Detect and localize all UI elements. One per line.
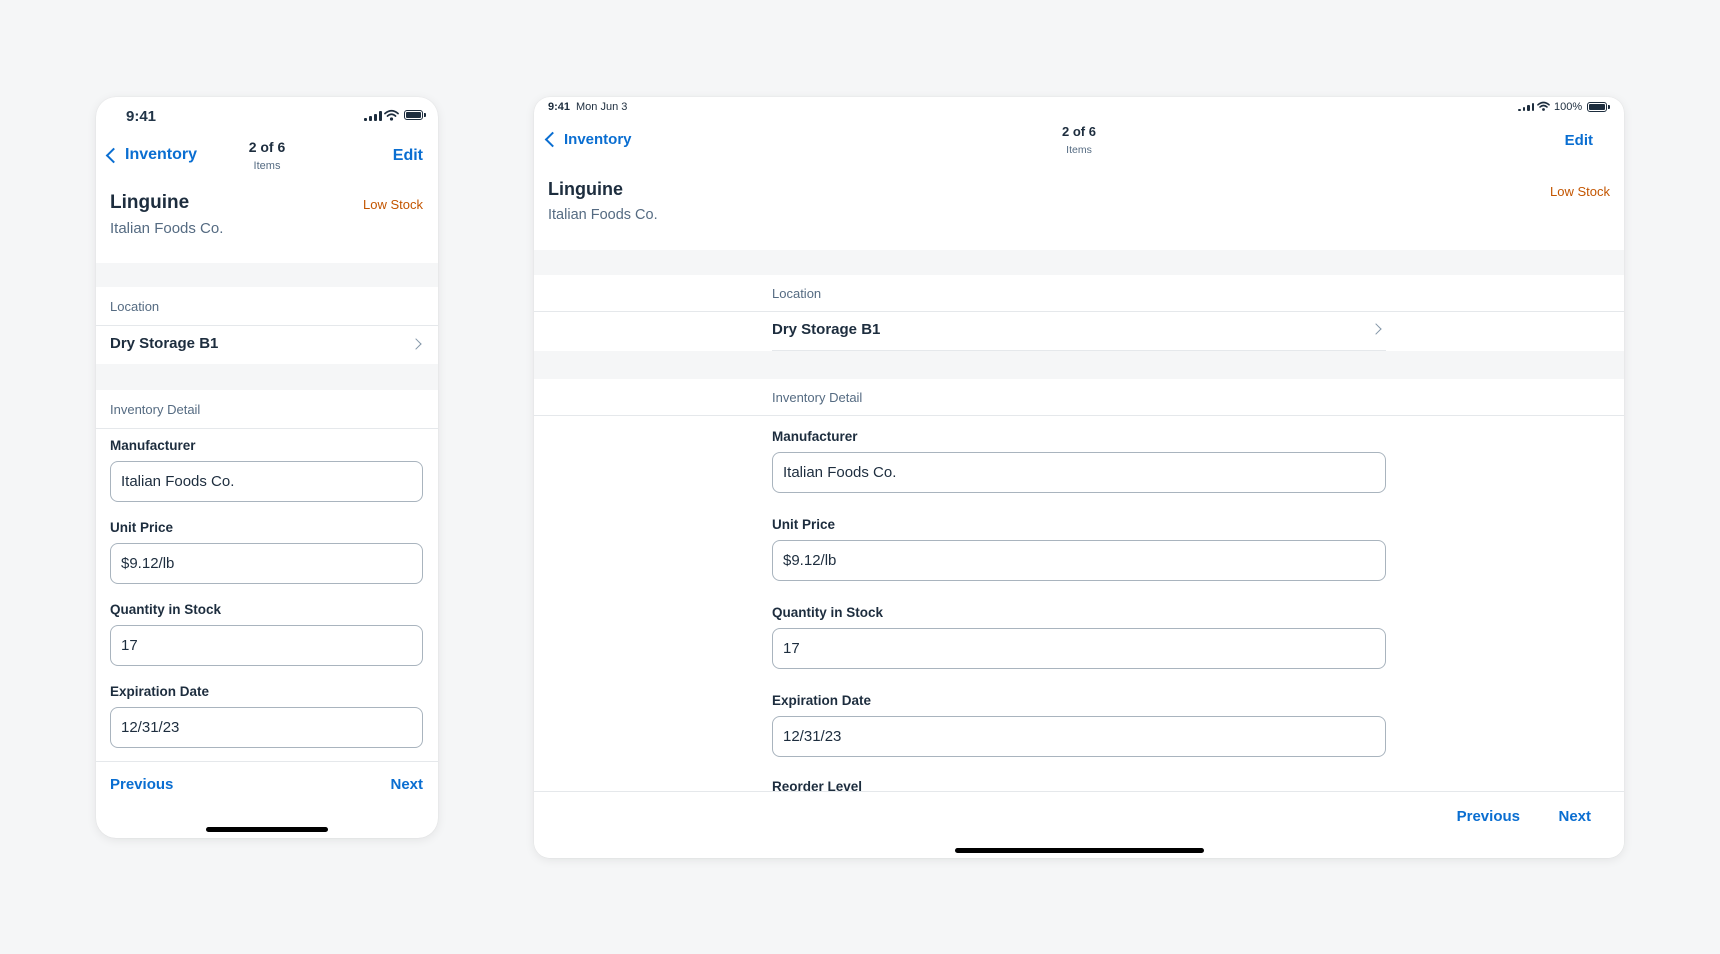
- next-button[interactable]: Next: [390, 776, 423, 793]
- quantity-label: Quantity in Stock: [110, 602, 222, 617]
- chevron-right-icon: [410, 338, 422, 350]
- status-date: Mon Jun 3: [576, 101, 628, 113]
- section-gap: [96, 263, 438, 287]
- reorder-level-label: Reorder Level: [772, 779, 863, 791]
- expiration-date-label: Expiration Date: [772, 693, 872, 708]
- footer-divider: [534, 791, 1624, 792]
- back-button-label: Inventory: [125, 146, 198, 163]
- tablet-frame: 9:41 Mon Jun 3 100% Inventory 2 of 6 Ite…: [534, 97, 1624, 858]
- location-row[interactable]: Dry Storage B1: [96, 326, 438, 364]
- location-header: Location: [772, 286, 822, 301]
- divider: [96, 428, 438, 429]
- inventory-detail-header: Inventory Detail: [772, 390, 863, 405]
- nav-subtitle: Items: [1066, 144, 1092, 156]
- manufacturer-label: Manufacturer: [772, 429, 858, 444]
- previous-button[interactable]: Previous: [110, 776, 173, 793]
- edit-button[interactable]: Edit: [393, 147, 423, 165]
- phone-frame: 9:41 Inventory 2 of 6 Items Edit Linguin…: [96, 97, 438, 838]
- object-subtitle: Italian Foods Co.: [110, 220, 224, 237]
- expiration-date-input[interactable]: [110, 707, 423, 748]
- quantity-label: Quantity in Stock: [772, 605, 884, 620]
- object-title: Linguine: [110, 192, 190, 213]
- section-gap: [534, 351, 1624, 379]
- manufacturer-input[interactable]: [772, 452, 1386, 493]
- object-subtitle: Italian Foods Co.: [548, 207, 658, 223]
- nav-title: 2 of 6: [1062, 124, 1096, 139]
- next-button[interactable]: Next: [1558, 808, 1591, 825]
- chevron-right-icon: [1370, 323, 1382, 335]
- quantity-input[interactable]: [110, 625, 423, 666]
- expiration-date-label: Expiration Date: [110, 684, 210, 699]
- signal-icon: [1518, 103, 1534, 111]
- edit-button[interactable]: Edit: [1565, 132, 1593, 149]
- chevron-left-icon: [544, 131, 561, 148]
- nav-subtitle: Items: [253, 160, 281, 172]
- footer-divider: [96, 761, 438, 762]
- status-badge: Low Stock: [1550, 184, 1610, 199]
- section-gap: [96, 364, 438, 390]
- status-time: 9:41: [126, 108, 157, 125]
- unit-price-label: Unit Price: [772, 517, 836, 532]
- location-header: Location: [110, 299, 160, 314]
- nav-title: 2 of 6: [248, 139, 286, 155]
- unit-price-input[interactable]: [772, 540, 1386, 581]
- location-row[interactable]: Dry Storage B1: [772, 312, 1386, 350]
- status-badge: Low Stock: [363, 197, 423, 212]
- expiration-date-input[interactable]: [772, 716, 1386, 757]
- battery-percent: 100%: [1554, 101, 1583, 113]
- manufacturer-input[interactable]: [110, 461, 423, 502]
- status-time: 9:41: [548, 101, 571, 113]
- wifi-icon: [384, 109, 399, 121]
- home-indicator: [955, 848, 1204, 853]
- battery-icon: [1587, 102, 1607, 112]
- back-button[interactable]: Inventory: [104, 146, 197, 164]
- manufacturer-label: Manufacturer: [110, 438, 196, 453]
- signal-icon: [364, 111, 382, 121]
- reorder-level-clip: Reorder Level: [772, 777, 1386, 791]
- location-value: Dry Storage B1: [110, 335, 219, 352]
- back-button-label: Inventory: [564, 131, 632, 148]
- back-button[interactable]: Inventory: [543, 131, 632, 148]
- inventory-detail-header: Inventory Detail: [110, 402, 201, 417]
- previous-button[interactable]: Previous: [1457, 808, 1520, 825]
- unit-price-input[interactable]: [110, 543, 423, 584]
- unit-price-label: Unit Price: [110, 520, 174, 535]
- quantity-input[interactable]: [772, 628, 1386, 669]
- divider: [534, 415, 1624, 416]
- section-gap: [534, 250, 1624, 275]
- location-value: Dry Storage B1: [772, 321, 881, 338]
- battery-icon: [404, 110, 423, 120]
- wifi-icon: [1537, 101, 1550, 111]
- home-indicator: [206, 827, 328, 832]
- chevron-left-icon: [105, 147, 122, 163]
- object-title: Linguine: [548, 179, 623, 199]
